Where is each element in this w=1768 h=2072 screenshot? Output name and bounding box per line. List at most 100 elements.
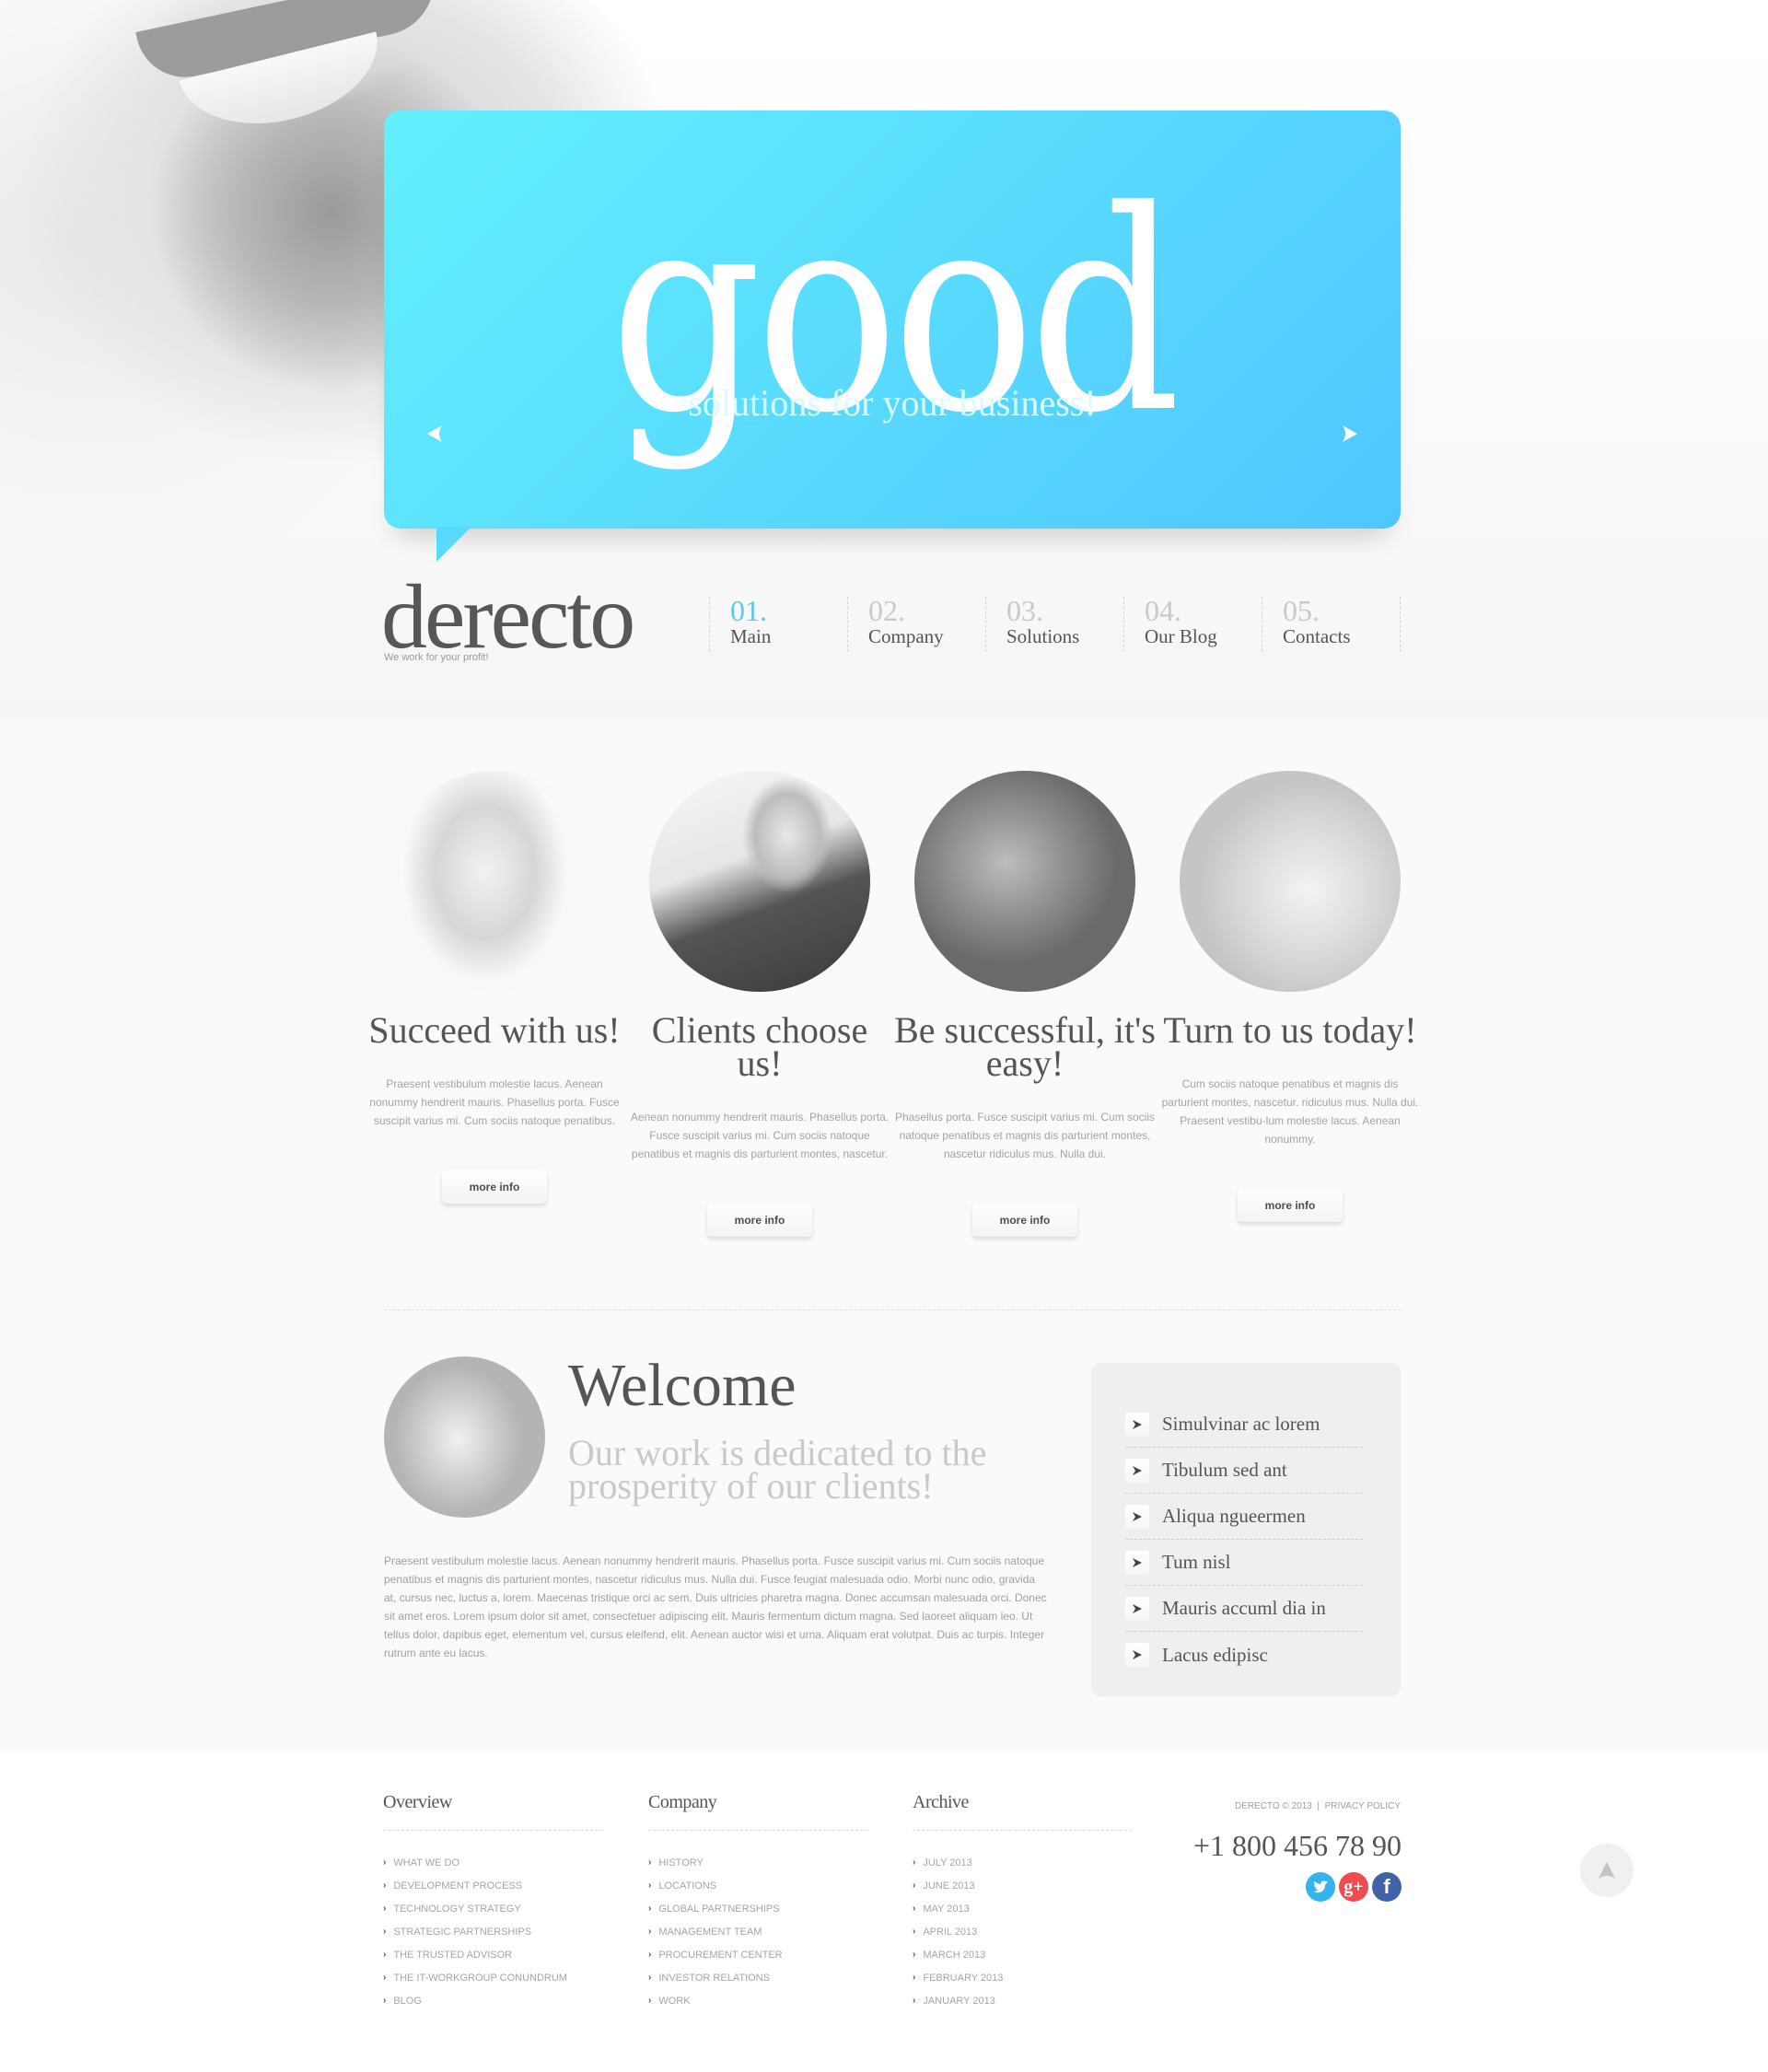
features-row: Succeed with us! Praesent vestibulum mol… xyxy=(368,771,1418,1237)
hero-subline: solutions for your business! xyxy=(688,382,1097,424)
footer-link[interactable]: › THE IT-WORKGROUP CONUNDRUM xyxy=(383,1966,602,1989)
hero-speech-tail xyxy=(436,527,471,562)
side-link[interactable]: Lacus edipisc xyxy=(1125,1632,1363,1678)
footer-heading: Overview xyxy=(383,1792,602,1831)
chevron-right-icon: › xyxy=(383,1903,387,1914)
slider-next-button[interactable] xyxy=(1339,420,1361,448)
feature-text: Aenean nonummy hendrerit mauris. Phasell… xyxy=(630,1111,890,1160)
chevron-right-icon: › xyxy=(648,1950,652,1960)
side-link[interactable]: Aliqua ngueermen xyxy=(1125,1494,1363,1540)
footer-link[interactable]: › FEBRUARY 2013 xyxy=(913,1966,1132,1989)
footer-link[interactable]: › JANUARY 2013 xyxy=(913,1989,1132,2012)
more-info-button[interactable]: more info xyxy=(442,1170,547,1204)
chevron-right-icon: › xyxy=(648,1880,652,1891)
nav-label: Main xyxy=(730,625,772,647)
footer-link[interactable]: › HISTORY xyxy=(648,1851,867,1874)
chevron-right-icon: › xyxy=(913,1950,916,1960)
footer-link[interactable]: › STRATEGIC PARTNERSHIPS xyxy=(383,1920,602,1943)
site-logo[interactable]: derecto xyxy=(381,571,635,663)
more-info-button[interactable]: more info xyxy=(1238,1189,1343,1222)
side-links-panel: Simulvinar ac lorem Tibulum sed ant Aliq… xyxy=(1091,1363,1401,1696)
welcome-title: Welcome xyxy=(568,1352,797,1419)
footer-link[interactable]: › APRIL 2013 xyxy=(913,1920,1132,1943)
nav-item-company[interactable]: 02. Company xyxy=(847,596,985,652)
chevron-right-icon: › xyxy=(913,1973,916,1983)
feature-card: Turn to us today! Cum sociis natoque pen… xyxy=(1162,771,1418,1237)
arrow-right-icon xyxy=(1125,1504,1149,1529)
twitter-icon[interactable] xyxy=(1306,1872,1335,1902)
footer-link[interactable]: › INVESTOR RELATIONS xyxy=(648,1966,867,1989)
footer-link[interactable]: › MAY 2013 xyxy=(913,1897,1132,1920)
footer-column-company: Company › HISTORY › LOCATIONS › GLOBAL PART… xyxy=(648,1792,867,2012)
side-link[interactable]: Mauris accuml dia in xyxy=(1125,1586,1363,1632)
side-link[interactable]: Tum nisl xyxy=(1125,1540,1363,1586)
footer-link[interactable]: › GLOBAL PARTNERSHIPS xyxy=(648,1897,867,1920)
side-link-label: Tibulum sed ant xyxy=(1162,1459,1287,1481)
chevron-right-icon: › xyxy=(383,1950,387,1960)
chevron-right-icon: › xyxy=(383,1926,387,1937)
feature-image xyxy=(649,771,870,992)
footer-column-overview: Overview › WHAT WE DO › DEVELOPMENT PROCES… xyxy=(383,1792,602,2012)
footer: Overview › WHAT WE DO › DEVELOPMENT PROCES… xyxy=(0,1752,1768,2072)
nav-number: 05. xyxy=(1283,594,1320,627)
chevron-right-icon: › xyxy=(648,1996,652,2006)
footer-link[interactable]: › TECHNOLOGY STRATEGY xyxy=(383,1897,602,1920)
facebook-icon[interactable]: f xyxy=(1372,1872,1402,1902)
welcome-subtitle: Our work is dedicated to the prosperity … xyxy=(568,1432,987,1507)
scroll-to-top-button[interactable] xyxy=(1580,1844,1634,1897)
nav-number: 01. xyxy=(730,594,767,627)
site-tagline: We work for your profit! xyxy=(384,652,489,663)
feature-image xyxy=(1180,771,1401,992)
footer-link[interactable]: › JUNE 2013 xyxy=(913,1874,1132,1897)
chevron-right-icon: › xyxy=(913,1857,916,1868)
footer-link[interactable]: › WORK xyxy=(648,1989,867,2012)
side-link[interactable]: Simulvinar ac lorem xyxy=(1125,1402,1363,1448)
feature-title: Succeed with us! xyxy=(368,1009,621,1051)
arrow-right-icon xyxy=(1125,1596,1149,1621)
nav-item-main[interactable]: 01. Main xyxy=(709,594,847,652)
feature-title: Be successful, it's easy! xyxy=(894,1009,1156,1084)
nav-number: 03. xyxy=(1006,594,1043,627)
nav-item-solutions[interactable]: 03. Solutions xyxy=(985,594,1123,652)
google-plus-icon[interactable]: g+ xyxy=(1339,1872,1368,1902)
footer-link-list: › HISTORY › LOCATIONS › GLOBAL PARTNERSHIPS… xyxy=(648,1851,867,2012)
chevron-right-icon: › xyxy=(383,1857,387,1868)
footer-link[interactable]: › WHAT WE DO xyxy=(383,1851,602,1874)
chevron-right-icon: › xyxy=(648,1973,652,1983)
footer-link[interactable]: › DEVELOPMENT PROCESS xyxy=(383,1874,602,1897)
hero-slider: good solutions for your business! xyxy=(384,111,1401,529)
footer-link[interactable]: › MANAGEMENT TEAM xyxy=(648,1920,867,1943)
phone-number: +1 800 456 78 90 xyxy=(1192,1829,1402,1862)
side-link[interactable]: Tibulum sed ant xyxy=(1125,1448,1363,1494)
nav-label: Our Blog xyxy=(1145,625,1217,647)
feature-card: Be successful, it's easy! Phasellus port… xyxy=(894,771,1156,1237)
copyright-text: DERECTO © 2013 xyxy=(1234,1801,1312,1811)
feature-card: Clients choose us! Aenean nonummy hendre… xyxy=(631,771,889,1237)
chevron-right-icon: › xyxy=(913,1996,916,2006)
more-info-button[interactable]: more info xyxy=(707,1204,812,1237)
chevron-right-icon: › xyxy=(383,1973,387,1983)
footer-link[interactable]: › PROCUREMENT CENTER xyxy=(648,1943,867,1966)
more-info-button[interactable]: more info xyxy=(972,1204,1077,1237)
footer-link-list: › WHAT WE DO › DEVELOPMENT PROCESS › TECHNO… xyxy=(383,1851,602,2012)
footer-link[interactable]: › MARCH 2013 xyxy=(913,1943,1132,1966)
chevron-right-icon: › xyxy=(913,1903,916,1914)
footer-link[interactable]: › JULY 2013 xyxy=(913,1851,1132,1874)
privacy-policy-link[interactable]: PRIVACY POLICY xyxy=(1325,1801,1401,1811)
copyright-separator: | xyxy=(1317,1801,1320,1811)
copyright: DERECTO © 2013 | PRIVACY POLICY xyxy=(1235,1801,1401,1811)
feature-title: Clients choose us! xyxy=(651,1009,868,1084)
side-link-label: Mauris accuml dia in xyxy=(1162,1597,1326,1619)
footer-link[interactable]: › THE TRUSTED ADVISOR xyxy=(383,1943,602,1966)
arrow-left-icon xyxy=(427,425,442,442)
chevron-right-icon: › xyxy=(913,1880,916,1891)
nav-label: Contacts xyxy=(1283,625,1351,647)
arrow-up-icon xyxy=(1598,1861,1616,1880)
footer-link[interactable]: › LOCATIONS xyxy=(648,1874,867,1897)
nav-item-contacts[interactable]: 05. Contacts xyxy=(1262,594,1401,652)
nav-label: Company xyxy=(868,625,944,647)
chevron-right-icon: › xyxy=(383,1880,387,1891)
slider-prev-button[interactable] xyxy=(424,420,446,448)
footer-link[interactable]: › BLOG xyxy=(383,1989,602,2012)
nav-item-our-blog[interactable]: 04. Our Blog xyxy=(1123,596,1262,652)
